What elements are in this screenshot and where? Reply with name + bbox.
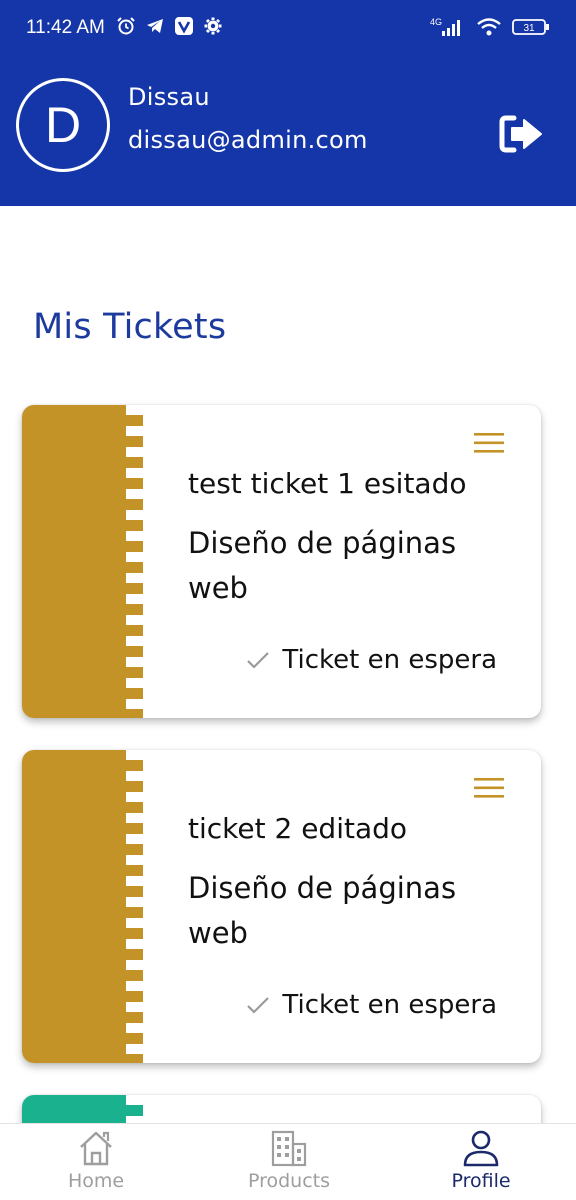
battery-level: 31: [523, 23, 535, 34]
ticket-card[interactable]: test ticket 1 esitado Diseño de páginas …: [22, 405, 541, 718]
ticket-status-label: Ticket en espera: [282, 990, 497, 1020]
status-time: 11:42 AM: [26, 17, 105, 38]
building-icon: [271, 1130, 307, 1167]
ticket-stub: [22, 405, 126, 718]
nav-products[interactable]: Products: [219, 1128, 359, 1192]
ticket-perforation: [126, 760, 143, 1063]
v-app-icon: [175, 17, 193, 35]
ticket-title: ticket 2 editado: [188, 812, 408, 845]
ticket-service: Diseño de páginas web: [188, 526, 457, 605]
status-bar: 11:42 AM 4G 31: [0, 0, 576, 56]
ticket-status: Ticket en espera: [246, 645, 497, 675]
user-name: Dissau: [128, 83, 210, 111]
avatar-initial: D: [44, 97, 82, 153]
person-icon: [463, 1130, 499, 1167]
wifi-icon: [477, 18, 501, 36]
alarm-icon: [117, 17, 135, 35]
ticket-title: test ticket 1 esitado: [188, 467, 467, 500]
nav-profile[interactable]: Profile: [411, 1128, 551, 1192]
ticket-stub: [22, 750, 126, 1063]
profile-header: D Dissau dissau@admin.com: [0, 56, 576, 206]
page-title: Mis Tickets: [33, 307, 227, 347]
check-icon: [247, 652, 270, 669]
avatar[interactable]: D: [16, 78, 110, 172]
signal-icon: 4G: [430, 17, 460, 36]
user-email: dissau@admin.com: [128, 126, 368, 154]
nav-products-label: Products: [247, 1170, 331, 1192]
home-icon: [80, 1131, 112, 1166]
menu-icon[interactable]: [474, 778, 504, 798]
battery-icon: 31: [512, 19, 549, 35]
status-system-icons: 4G 31: [430, 16, 550, 38]
status-notification-icons: [116, 16, 223, 36]
menu-icon[interactable]: [474, 433, 504, 453]
svg-text:4G: 4G: [430, 17, 442, 27]
nav-home-label: Home: [67, 1170, 125, 1192]
settings-icon: [204, 17, 222, 35]
nav-profile-label: Profile: [451, 1170, 511, 1192]
telegram-icon: [147, 19, 163, 33]
bottom-navigation: Home Products Profile: [0, 1123, 576, 1200]
check-icon: [247, 997, 270, 1014]
logout-icon[interactable]: [498, 114, 544, 154]
ticket-card[interactable]: ticket 2 editado Diseño de páginas web T…: [22, 750, 541, 1063]
ticket-status-label: Ticket en espera: [282, 645, 497, 675]
ticket-status: Ticket en espera: [246, 990, 497, 1020]
nav-home[interactable]: Home: [26, 1128, 166, 1192]
ticket-perforation: [126, 415, 143, 718]
ticket-service: Diseño de páginas web: [188, 871, 457, 950]
